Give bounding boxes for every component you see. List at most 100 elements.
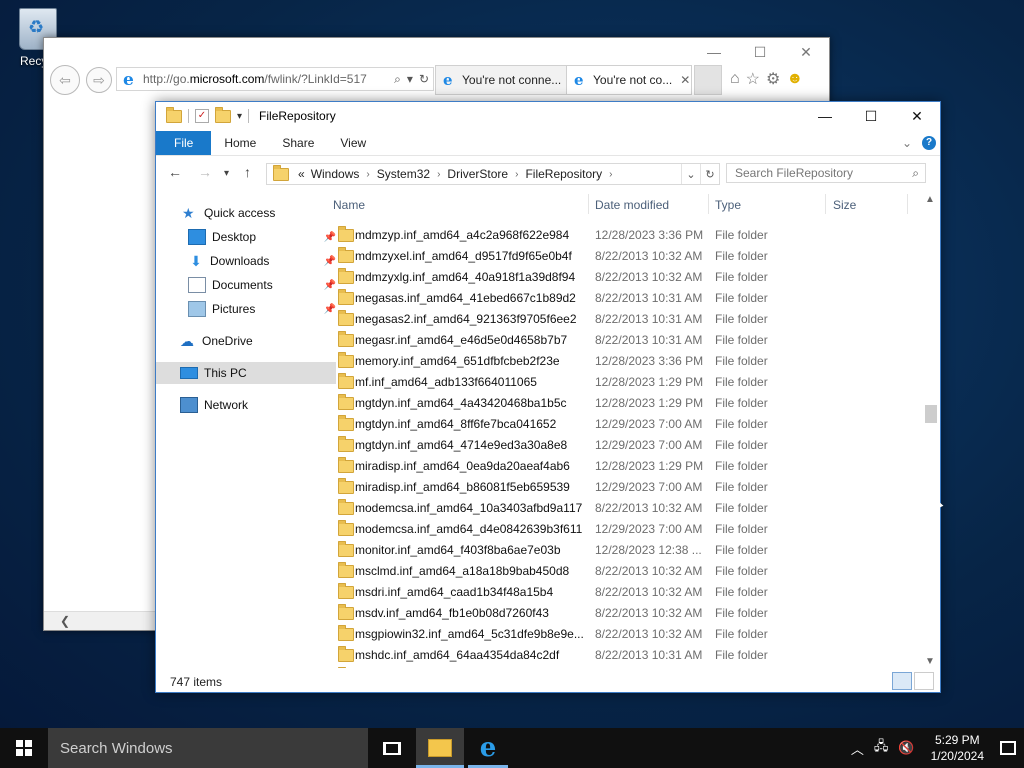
column-type[interactable]: Type <box>715 188 825 214</box>
table-row[interactable]: msclmd.inf_amd64_a18a18b9bab450d8 8/22/20… <box>332 561 912 582</box>
gear-icon[interactable]: ⚙ <box>766 69 780 89</box>
home-icon[interactable]: ⌂ <box>730 70 740 88</box>
table-row[interactable]: modemcsa.inf_amd64_d4e0842639b3f611 12/29… <box>332 519 912 540</box>
nav-quick-access[interactable]: ★ Quick access <box>156 202 338 224</box>
table-row[interactable]: msdri.inf_amd64_caad1b34f48a15b4 8/22/201… <box>332 582 912 603</box>
chevron-right-icon[interactable]: › <box>605 169 616 180</box>
table-row[interactable]: msdv.inf_amd64_fb1e0b08d7260f43 8/22/2013… <box>332 603 912 624</box>
ie-back-button[interactable]: ⇦ <box>50 65 80 95</box>
recent-locations-icon[interactable]: ▾ <box>224 168 229 179</box>
nav-documents[interactable]: Documents 📌 <box>156 274 344 296</box>
breadcrumb-windows[interactable]: Windows <box>308 167 363 181</box>
chevron-up-icon[interactable]: ︿ <box>851 739 864 758</box>
clock[interactable]: 5:29 PM 1/20/2024 <box>925 732 990 764</box>
ie-minimize-button[interactable]: — <box>691 38 737 66</box>
new-folder-icon[interactable] <box>215 106 231 123</box>
tab-home[interactable]: Home <box>211 131 269 155</box>
tab-view[interactable]: View <box>327 131 379 155</box>
chevron-right-icon[interactable]: › <box>511 169 522 180</box>
table-row[interactable]: megasas.inf_amd64_41ebed667c1b89d2 8/22/2… <box>332 288 912 309</box>
action-center-icon[interactable] <box>1000 741 1016 755</box>
smiley-feedback-icon[interactable]: ☻ <box>786 70 803 88</box>
expand-ribbon-icon[interactable]: ⌄ <box>902 136 912 150</box>
breadcrumb-filerepository[interactable]: FileRepository <box>522 167 605 181</box>
taskbar-file-explorer[interactable] <box>416 728 464 768</box>
table-row[interactable]: mdmzyxlg.inf_amd64_40a918f1a39d8f94 8/22/… <box>332 267 912 288</box>
search-icon[interactable]: ⌕ <box>394 72 401 87</box>
maximize-button[interactable]: ☐ <box>848 102 894 130</box>
table-row[interactable]: mshdc.inf_amd64_aa15f2244954fa8b12/29/20… <box>332 666 912 668</box>
close-button[interactable]: ✕ <box>894 102 940 130</box>
ie-address-bar[interactable]: e http://go.microsoft.com/fwlink/?LinkId… <box>116 67 434 91</box>
breadcrumb-driverstore[interactable]: DriverStore <box>444 167 511 181</box>
table-row[interactable]: megasas2.inf_amd64_921363f9705f6ee2 8/22/… <box>332 309 912 330</box>
tab-file[interactable]: File <box>156 131 212 155</box>
taskbar-search-box[interactable]: Search Windows <box>48 728 368 768</box>
ie-tab-2[interactable]: e You're not co... ✕ <box>566 65 692 95</box>
breadcrumb-system32[interactable]: System32 <box>374 167 433 181</box>
start-button[interactable] <box>0 728 48 768</box>
taskbar-internet-explorer[interactable]: e <box>464 728 512 768</box>
column-divider[interactable] <box>708 194 709 214</box>
ie-new-tab-button[interactable] <box>694 65 722 95</box>
tab-share[interactable]: Share <box>269 131 327 155</box>
chevron-right-icon[interactable]: › <box>433 169 444 180</box>
ie-horizontal-scrollbar[interactable]: ❮ <box>44 611 172 630</box>
task-view-button[interactable] <box>368 728 416 768</box>
nav-downloads[interactable]: ⬇ Downloads 📌 <box>156 250 344 272</box>
nav-network[interactable]: Network <box>156 394 336 416</box>
nav-onedrive[interactable]: ☁ OneDrive <box>156 330 336 352</box>
chevron-right-icon[interactable]: › <box>362 169 373 180</box>
table-row[interactable]: miradisp.inf_amd64_b86081f5eb659539 12/29… <box>332 477 912 498</box>
table-row[interactable]: mgtdyn.inf_amd64_8ff6fe7bca041652 12/29/2… <box>332 414 912 435</box>
table-row[interactable]: memory.inf_amd64_651dfbfcbeb2f23e 12/28/2… <box>332 351 912 372</box>
vertical-scrollbar[interactable]: ▲ ▼ <box>923 194 939 670</box>
table-row[interactable]: monitor.inf_amd64_f403f8ba6ae7e03b 12/28/… <box>332 540 912 561</box>
favorites-star-icon[interactable]: ☆ <box>746 69 760 89</box>
table-row[interactable]: megasr.inf_amd64_e46d5e0d4658b7b7 8/22/20… <box>332 330 912 351</box>
file-explorer-window[interactable]: ✓ ▾ FileRepository — ☐ ✕ File Home Share… <box>155 101 941 693</box>
forward-button[interactable]: → <box>198 164 212 180</box>
scrollbar-thumb[interactable] <box>925 405 937 423</box>
nav-desktop[interactable]: Desktop 📌 <box>156 226 344 248</box>
breadcrumb-overflow[interactable]: « <box>295 167 308 181</box>
breadcrumb[interactable]: « Windows › System32 › DriverStore › Fil… <box>266 163 720 185</box>
dropdown-arrow-icon[interactable]: ▾ <box>407 72 413 87</box>
refresh-icon[interactable]: ↻ <box>700 164 719 184</box>
column-divider[interactable] <box>588 194 589 214</box>
scroll-down-icon[interactable]: ▼ <box>925 656 935 667</box>
help-icon[interactable]: ? <box>922 136 936 150</box>
chevron-down-icon[interactable]: ⌄ <box>681 164 700 184</box>
ie-maximize-button[interactable]: ☐ <box>737 38 783 66</box>
scroll-up-icon[interactable]: ▲ <box>925 194 935 205</box>
ie-address-text[interactable]: http://go.microsoft.com/fwlink/?LinkId=5… <box>143 72 394 86</box>
refresh-icon[interactable]: ↻ <box>419 72 429 87</box>
table-row[interactable]: mdmzyp.inf_amd64_a4c2a968f622e984 12/28/2… <box>332 225 912 246</box>
customize-toolbar-icon[interactable]: ▾ <box>237 111 242 122</box>
back-button[interactable]: ← <box>168 164 182 180</box>
close-tab-icon[interactable]: ✕ <box>680 73 690 87</box>
ie-tab-1[interactable]: e You're not conne... <box>435 65 567 95</box>
large-icons-view-button[interactable] <box>914 672 934 690</box>
properties-icon[interactable]: ✓ <box>195 109 209 123</box>
nav-this-pc[interactable]: This PC <box>156 362 336 384</box>
minimize-button[interactable]: — <box>802 102 848 130</box>
table-row[interactable]: mgtdyn.inf_amd64_4a43420468ba1b5c 12/28/2… <box>332 393 912 414</box>
table-row[interactable]: mf.inf_amd64_adb133f664011065 12/28/2023 … <box>332 372 912 393</box>
volume-muted-icon[interactable]: 🔇 <box>898 740 914 756</box>
column-divider[interactable] <box>907 194 908 214</box>
up-button[interactable]: ↑ <box>244 164 251 180</box>
ie-close-button[interactable]: ✕ <box>783 38 829 66</box>
search-input[interactable]: Search FileRepository ⌕ <box>726 163 926 183</box>
column-date-modified[interactable]: Date modified <box>595 188 709 214</box>
network-status-icon[interactable]: 🖧 <box>874 737 889 759</box>
column-name[interactable]: Name <box>333 188 591 214</box>
nav-pictures[interactable]: Pictures 📌 <box>156 298 344 320</box>
ie-forward-button[interactable]: ⇨ <box>86 67 112 93</box>
table-row[interactable]: mdmzyxel.inf_amd64_d9517fd9f65e0b4f 8/22/… <box>332 246 912 267</box>
table-row[interactable]: modemcsa.inf_amd64_10a3403afbd9a117 8/22/… <box>332 498 912 519</box>
table-row[interactable]: miradisp.inf_amd64_0ea9da20aeaf4ab6 12/28… <box>332 456 912 477</box>
scroll-left-icon[interactable]: ❮ <box>60 614 70 628</box>
column-divider[interactable] <box>825 194 826 214</box>
table-row[interactable]: mshdc.inf_amd64_64aa4354da84c2df 8/22/201… <box>332 645 912 666</box>
